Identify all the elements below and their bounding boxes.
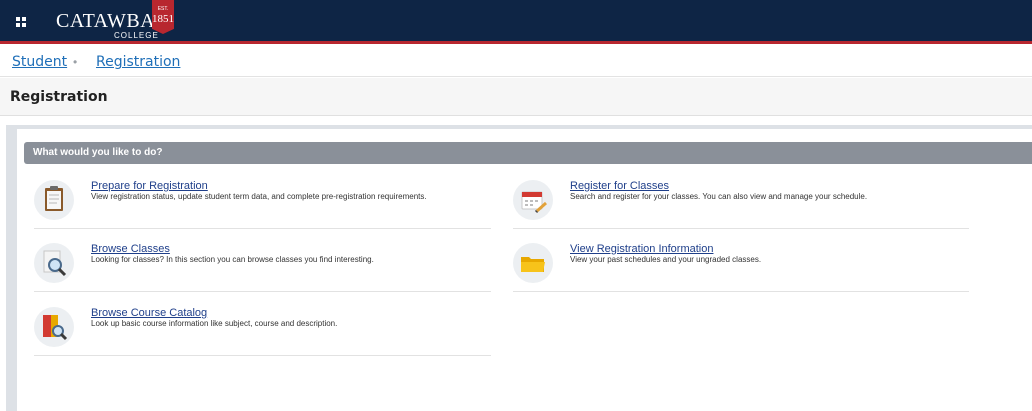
panel-heading: What would you like to do? [33,147,163,158]
catalog-book-icon [34,307,74,347]
action-prepare-for-registration[interactable]: Prepare for Registration View registrati… [34,180,491,229]
action-browse-classes[interactable]: Browse Classes Looking for classes? In t… [34,243,491,292]
panel-header: What would you like to do? [24,142,1032,164]
action-title[interactable]: Register for Classes [570,180,669,192]
breadcrumb-student-link[interactable]: Student [12,54,67,70]
college-seal: EST. 1851 [152,0,174,34]
clipboard-icon [34,180,74,220]
seal-year: 1851 [152,13,174,25]
action-title[interactable]: Prepare for Registration [91,180,208,192]
breadcrumb-separator: • [73,55,78,69]
content-area: What would you like to do? Prepare for R… [6,125,1032,411]
breadcrumb-registration-link[interactable]: Registration [96,54,180,70]
action-title[interactable]: View Registration Information [570,243,713,255]
calendar-pencil-icon [513,180,553,220]
page-title: Registration [10,89,108,105]
seal-est: EST. [157,6,169,12]
actions-panel: What would you like to do? Prepare for R… [17,129,1032,411]
app-grid-icon[interactable] [16,17,26,27]
brand-name: CATAWBA [56,10,156,32]
action-description: Search and register for your classes. Yo… [570,192,868,201]
action-browse-course-catalog[interactable]: Browse Course Catalog Look up basic cour… [34,307,491,356]
page-title-bar: Registration [0,78,1032,116]
folder-icon [513,243,553,283]
magnifier-document-icon [34,243,74,283]
breadcrumb: Student • Registration [0,47,1032,77]
action-description: Look up basic course information like su… [91,319,338,328]
action-description: View registration status, update student… [91,192,427,201]
action-title[interactable]: Browse Course Catalog [91,307,207,319]
action-description: Looking for classes? In this section you… [91,255,374,264]
brand-subtitle: COLLEGE [114,31,159,40]
top-navigation-bar: CATAWBA COLLEGE EST. 1851 [0,0,1032,44]
action-view-registration-information[interactable]: View Registration Information View your … [513,243,969,292]
action-title[interactable]: Browse Classes [91,243,170,255]
action-register-for-classes[interactable]: Register for Classes Search and register… [513,180,969,229]
action-description: View your past schedules and your ungrad… [570,255,762,264]
